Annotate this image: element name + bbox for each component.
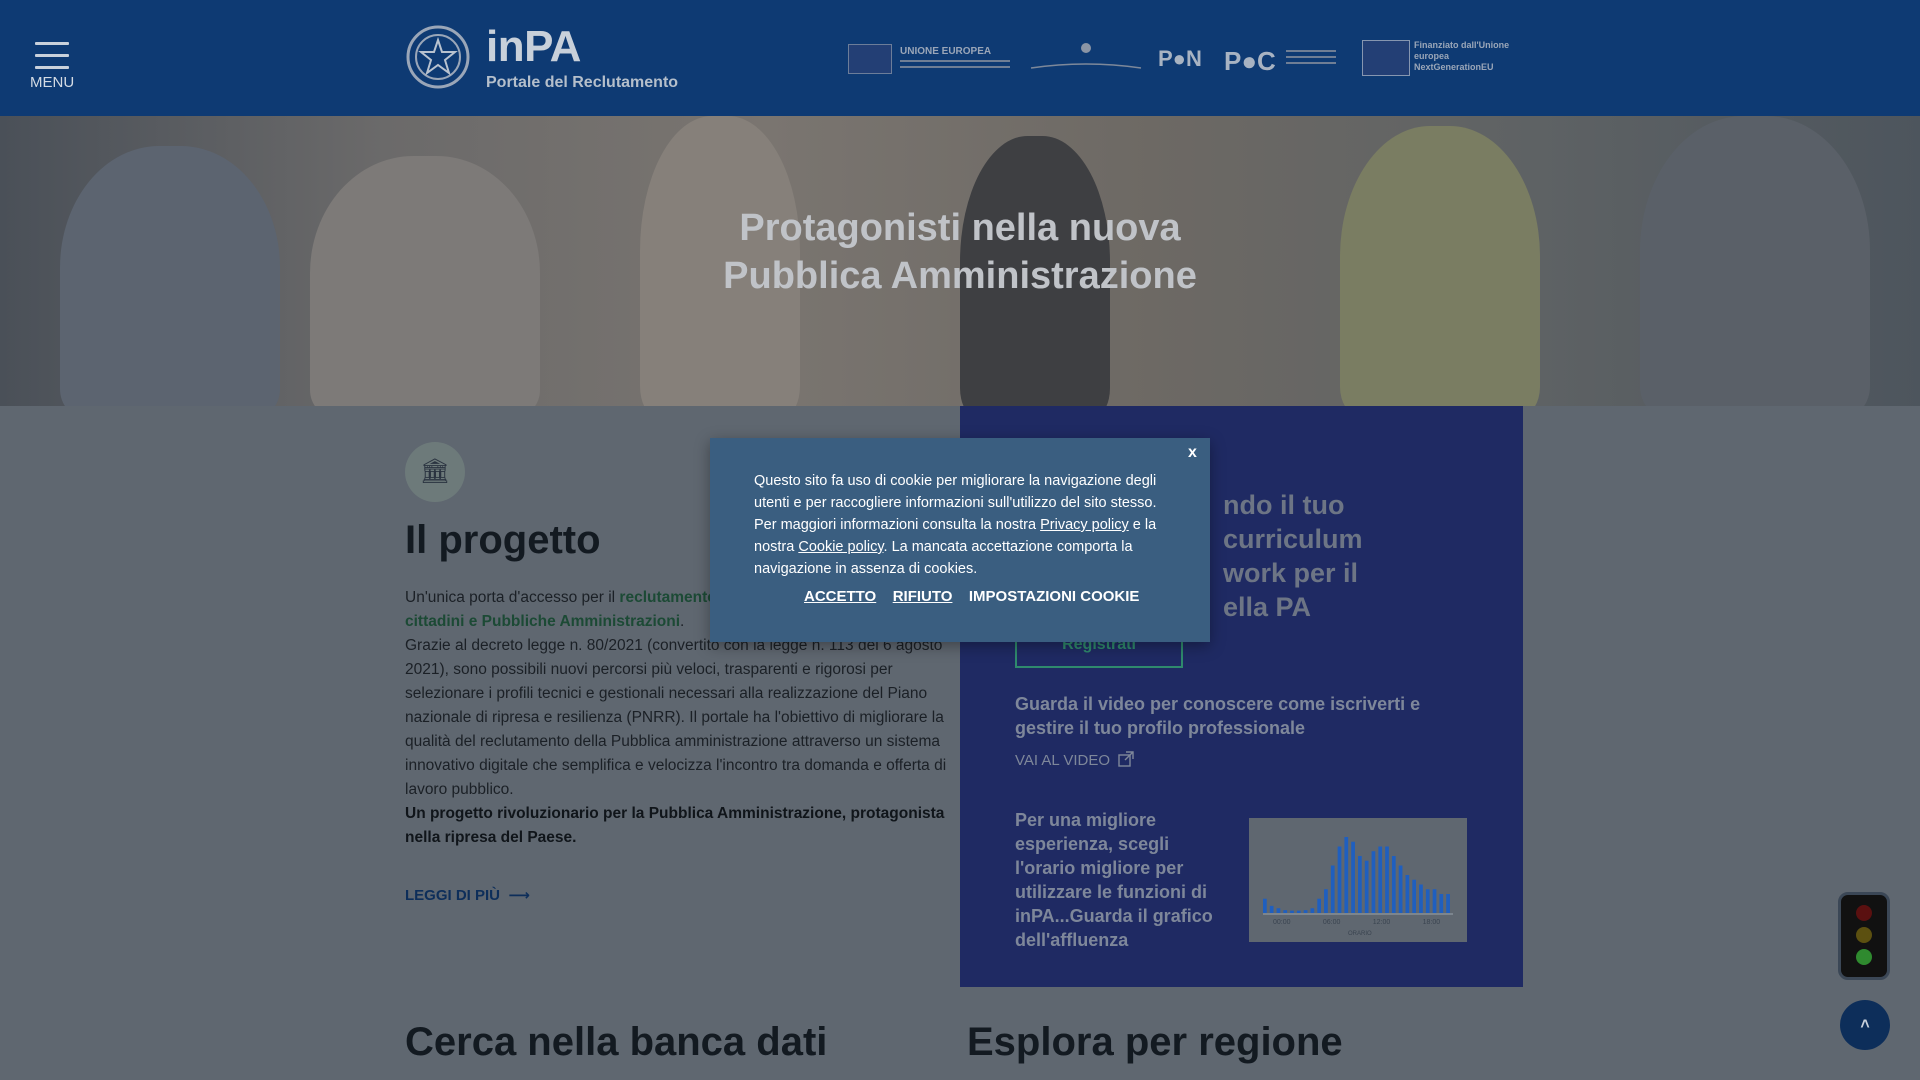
chart-bar: [1324, 889, 1328, 913]
chart-bar: [1330, 865, 1335, 913]
chart-bar: [1269, 905, 1274, 913]
chart-bar: [1385, 846, 1389, 913]
site-header: MENU inPA Portale del Reclutamento UNION…: [0, 0, 1920, 116]
chart-bar: [1337, 846, 1342, 913]
cookie-text: Questo sito fa uso di cookie per miglior…: [754, 470, 1174, 580]
chart-bar: [1419, 884, 1423, 913]
read-more-label: LEGGI DI PIÙ: [405, 887, 501, 904]
chart-bar: [1371, 851, 1376, 913]
chart-bar: [1290, 910, 1294, 913]
cookie-policy-link[interactable]: Cookie policy: [798, 539, 883, 555]
chart-bar: [1310, 908, 1315, 913]
chart-tick-label: 00:00: [1273, 919, 1291, 926]
video-link-label: VAI AL VIDEO: [1015, 752, 1111, 769]
poc-logo: P●C: [1224, 46, 1276, 76]
privacy-policy-link[interactable]: Privacy policy: [1040, 517, 1129, 533]
chart-tick-label: 18:00: [1423, 919, 1441, 926]
pon-logo: P●N: [1158, 46, 1202, 71]
reject-cookies-button[interactable]: RIFIUTO: [893, 588, 953, 605]
chart-bar: [1446, 894, 1450, 913]
chart-bar: [1296, 910, 1301, 913]
emblem-icon: [406, 25, 470, 89]
menu-button[interactable]: MENU: [30, 42, 74, 91]
cerca-title: Cerca nella banca dati: [405, 1020, 828, 1064]
chevron-up-icon[interactable]: ˄: [1840, 1000, 1890, 1050]
chart-bar: [1317, 898, 1322, 913]
read-more-link[interactable]: LEGGI DI PIÙ ⟶: [405, 886, 530, 904]
chart-bar: [1263, 898, 1267, 913]
hero-title-line1: Protagonisti nella nuova: [739, 207, 1181, 249]
traffic-chart[interactable]: 00:00 06:00 12:00 18:00 ORARIO: [1249, 818, 1467, 942]
chart-bar: [1283, 910, 1288, 913]
chart-bar: [1358, 856, 1362, 913]
chart-bar: [1303, 910, 1308, 913]
chart-bar: [1391, 856, 1396, 913]
external-link-icon: [1118, 751, 1134, 767]
chart-tick-label: 06:00: [1323, 919, 1341, 926]
chart-bar: [1439, 894, 1444, 913]
hero-title-line2: Pubblica Amministrazione: [723, 255, 1197, 297]
accept-cookies-button[interactable]: ACCETTO: [804, 588, 876, 605]
esplora-title: Esplora per regione: [967, 1020, 1343, 1064]
progetto-bold-line: Un progetto rivoluzionario per la Pubbli…: [405, 805, 945, 846]
video-link[interactable]: VAI AL VIDEO: [1015, 751, 1134, 769]
intro-suffix: .: [680, 613, 685, 630]
chart-tick-label: 12:00: [1373, 919, 1391, 926]
intro-prefix: Un'unica porta d'accesso per il: [405, 589, 620, 606]
chart-bar: [1276, 908, 1281, 913]
hero-banner: Protagonisti nella nuova Pubblica Ammini…: [0, 116, 1920, 406]
chart-bar: [1398, 865, 1403, 913]
progetto-title: Il progetto: [405, 518, 601, 562]
hero-title: Protagonisti nella nuova Pubblica Ammini…: [0, 204, 1920, 300]
eu-label: UNIONE EUROPEA: [900, 46, 992, 57]
reclutamento-link[interactable]: reclutamento: [619, 589, 716, 606]
eu-flag-icon: [848, 44, 892, 74]
menu-label: MENU: [30, 74, 75, 91]
traffic-chart-svg: 00:00 06:00 12:00 18:00 ORARIO: [1263, 837, 1453, 937]
cookie-settings-button[interactable]: IMPOSTAZIONI COOKIE: [969, 588, 1140, 605]
cittadini-link[interactable]: cittadini e Pubbliche Amministrazioni: [405, 613, 680, 630]
chart-bar: [1344, 837, 1349, 913]
arrow-right-icon: ⟶: [504, 887, 530, 904]
video-text: Guarda il video per conoscere come iscri…: [1015, 694, 1421, 738]
brand-title[interactable]: inPA: [486, 22, 581, 72]
traffic-light-icon[interactable]: [1838, 892, 1890, 980]
brand-subtitle: Portale del Reclutamento: [486, 74, 679, 91]
progetto-body: Grazie al decreto legge n. 80/2021 (conv…: [405, 637, 947, 798]
chart-bar: [1351, 841, 1355, 913]
orario-text: Per una migliore esperienza, scegli l'or…: [1015, 810, 1213, 950]
chart-x-label: ORARIO: [1348, 931, 1372, 937]
cookie-dialog: x Questo sito fa uso di cookie per migli…: [710, 438, 1210, 642]
ng-eu-label: Finanziato dall'Unione europea NextGener…: [1414, 40, 1510, 72]
close-icon[interactable]: x: [1188, 444, 1197, 462]
chart-bar: [1432, 889, 1437, 913]
hamburger-icon: [30, 42, 74, 69]
chart-bar: [1378, 846, 1383, 913]
chart-bar: [1425, 889, 1430, 913]
institution-icon: 🏛: [405, 442, 465, 502]
chart-bar: [1412, 879, 1417, 913]
chart-bar: [1405, 875, 1410, 913]
chart-bar: [1364, 860, 1369, 913]
cookie-actions: ACCETTO RIFIUTO IMPOSTAZIONI COOKIE: [804, 588, 1151, 606]
agency-logo-icon: [1030, 43, 1142, 69]
ng-eu-flag-icon: [1362, 40, 1410, 76]
